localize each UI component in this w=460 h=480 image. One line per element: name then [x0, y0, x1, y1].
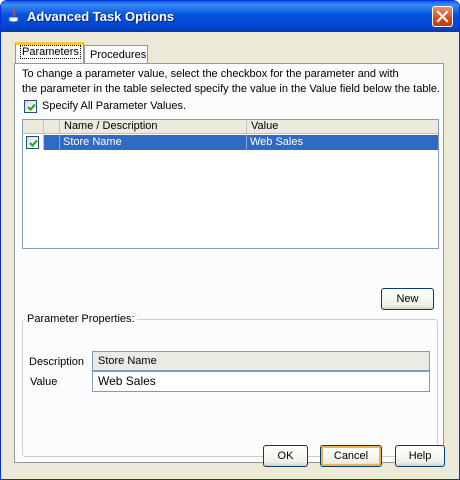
row-name-cell[interactable]: Store Name: [60, 135, 247, 150]
table-header: Name / Description Value: [23, 120, 438, 134]
checkmark-icon: [27, 103, 36, 111]
close-icon: [436, 10, 449, 23]
tab-procedures[interactable]: Procedures: [84, 45, 148, 63]
value-input[interactable]: Web Sales: [92, 371, 430, 392]
title-bar[interactable]: Advanced Task Options: [1, 1, 459, 32]
column-header-check[interactable]: [23, 120, 44, 134]
parameters-table: Name / Description Value Store Name Web …: [22, 119, 439, 249]
description-label: Description: [29, 356, 85, 368]
checkmark-icon: [29, 139, 38, 147]
table-row[interactable]: Store Name Web Sales: [23, 135, 438, 150]
column-header-spacer: [44, 120, 60, 134]
instructions-text: To change a parameter value, select the …: [22, 67, 442, 97]
specify-all-label[interactable]: Specify All Parameter Values.: [42, 100, 186, 112]
parameters-panel: To change a parameter value, select the …: [14, 63, 444, 463]
tab-parameters[interactable]: Parameters: [15, 42, 84, 63]
dialog-body: Parameters Procedures To change a parame…: [4, 32, 456, 478]
value-label: Value: [30, 376, 58, 388]
row-checkbox[interactable]: [26, 136, 39, 149]
specify-all-checkbox[interactable]: [24, 100, 37, 113]
tab-parameters-label: Parameters: [20, 45, 81, 59]
row-check-cell[interactable]: [23, 135, 44, 150]
column-header-value[interactable]: Value: [247, 120, 438, 134]
cancel-button[interactable]: Cancel: [320, 445, 382, 467]
java-icon: [6, 8, 22, 24]
parameter-properties-title: Parameter Properties:: [25, 313, 137, 325]
advanced-task-options-dialog: Advanced Task Options Parameters Procedu…: [0, 0, 460, 480]
instructions-line-1: To change a parameter value, select the …: [22, 68, 399, 80]
new-button[interactable]: New: [381, 288, 434, 310]
ok-button[interactable]: OK: [263, 445, 308, 467]
instructions-line-2: the parameter in the table selected spec…: [22, 83, 441, 95]
description-field: Store Name: [92, 351, 430, 371]
window-title: Advanced Task Options: [27, 9, 175, 24]
row-spacer-cell: [44, 135, 60, 150]
row-value-cell[interactable]: Web Sales: [247, 135, 438, 150]
tab-procedures-label: Procedures: [90, 49, 147, 61]
help-button[interactable]: Help: [395, 445, 445, 467]
column-header-name[interactable]: Name / Description: [60, 120, 247, 134]
close-button[interactable]: [432, 6, 453, 27]
